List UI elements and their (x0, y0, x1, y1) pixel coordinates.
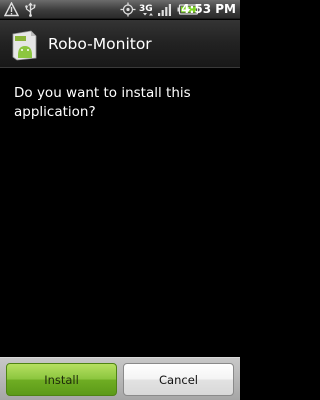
clock-suffix: PM (215, 2, 236, 16)
clock-time: 4:53 (181, 2, 212, 16)
signal-icon (158, 4, 171, 16)
android-package-icon (12, 30, 37, 61)
network-type-label: 3G (139, 4, 153, 14)
status-bar: 3G 4:53 PM (0, 0, 240, 19)
app-title: Robo-Monitor (48, 35, 152, 53)
app-header: Robo-Monitor (0, 20, 240, 68)
install-prompt-text: Do you want to install this application? (14, 85, 191, 120)
install-button[interactable]: Install (6, 363, 117, 396)
button-bar: Install Cancel (0, 357, 240, 400)
cancel-button[interactable]: Cancel (123, 363, 234, 396)
3g-icon: 3G (139, 4, 153, 16)
gps-icon (120, 2, 136, 17)
usb-icon (25, 2, 36, 17)
warning-icon (4, 2, 19, 17)
clock: 4:53 PM (181, 1, 236, 18)
